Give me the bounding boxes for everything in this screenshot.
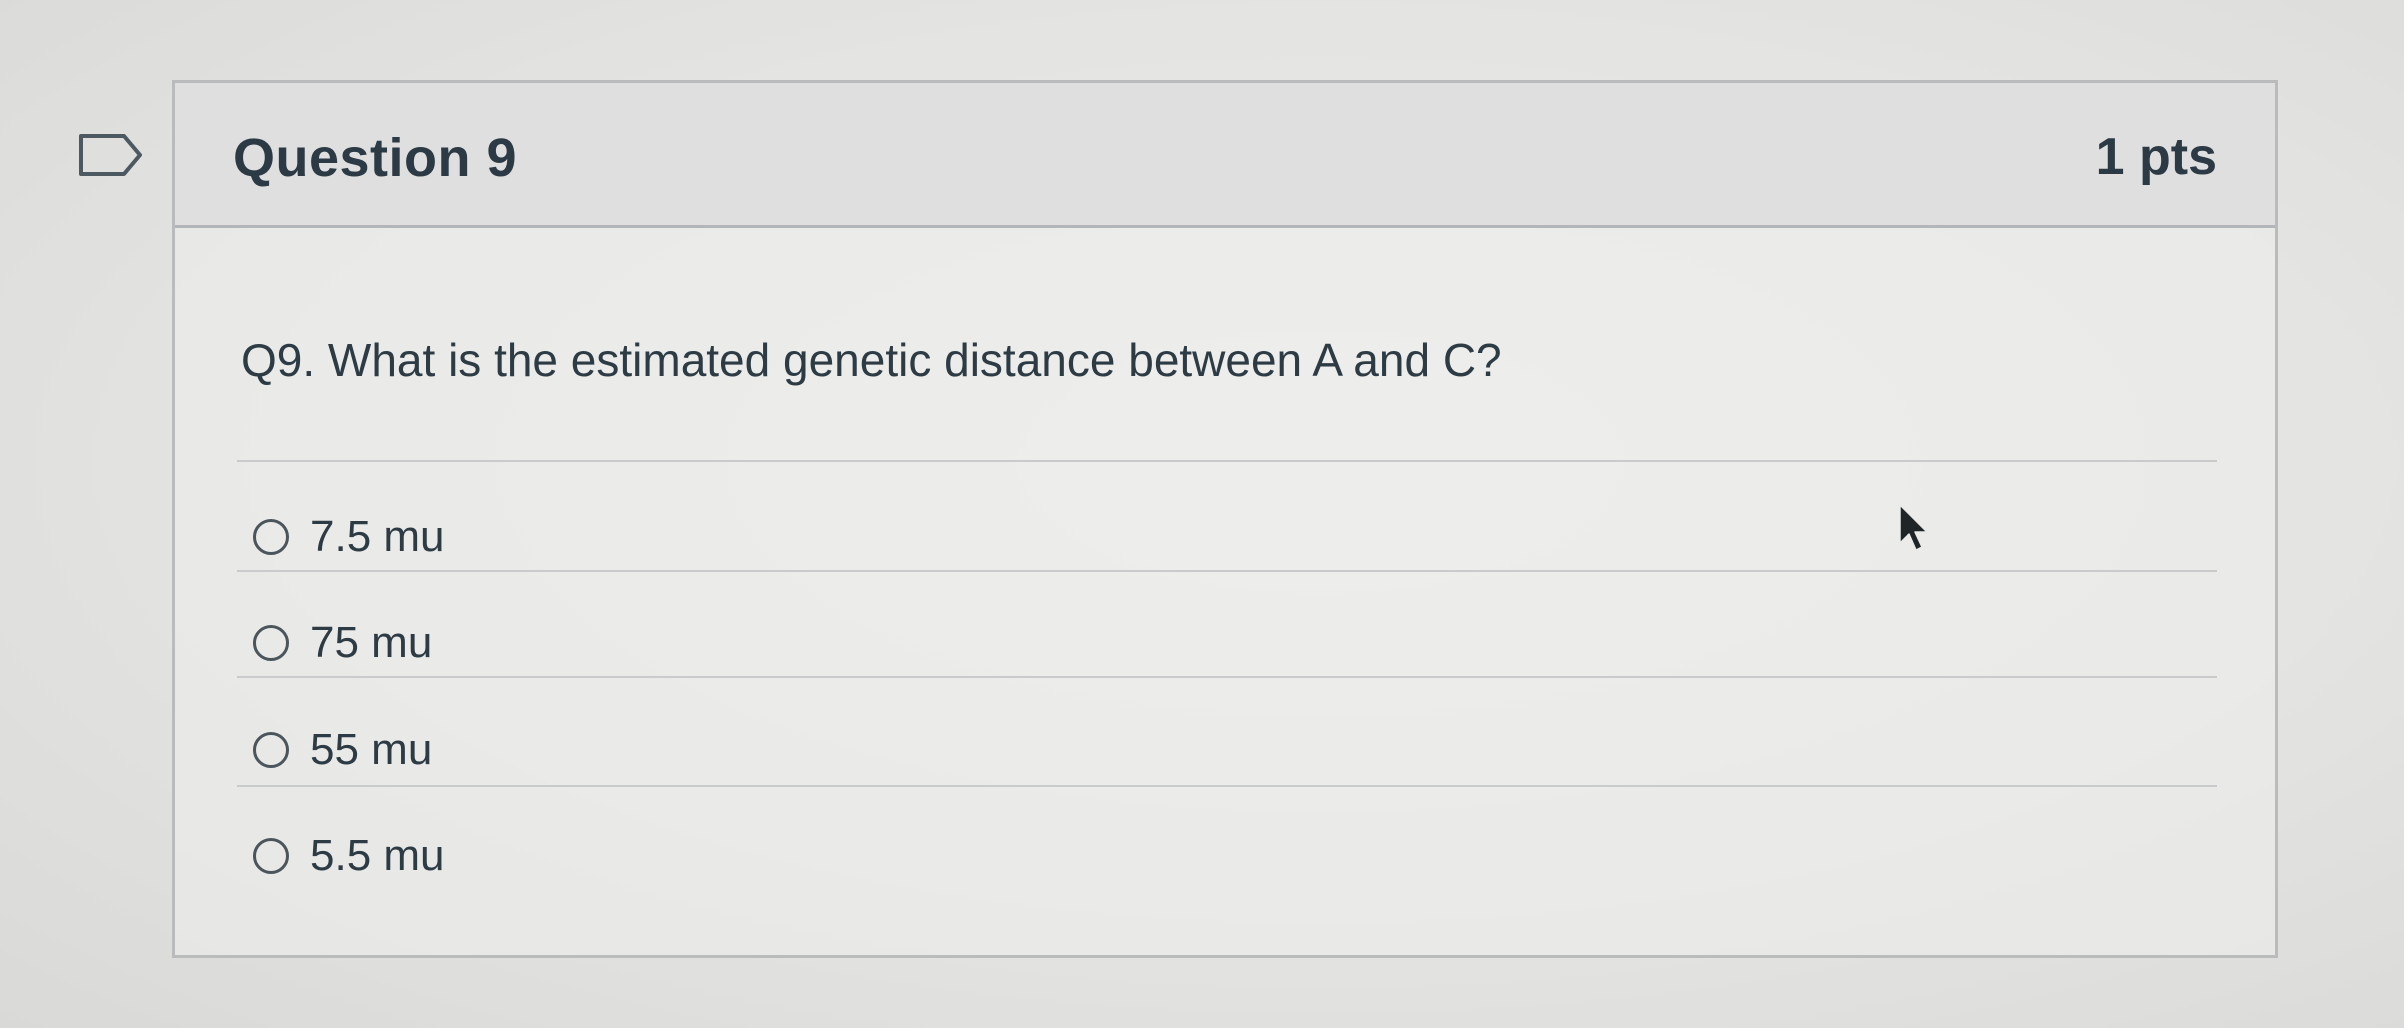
- answer-option-1[interactable]: 7.5 mu: [253, 507, 445, 567]
- answer-option-2[interactable]: 75 mu: [253, 613, 432, 673]
- radio-button[interactable]: [253, 519, 289, 555]
- answer-label: 55 mu: [310, 725, 433, 774]
- answer-option-4[interactable]: 5.5 mu: [253, 826, 445, 886]
- answer-label: 5.5 mu: [310, 831, 445, 880]
- question-points: 1 pts: [2095, 128, 2217, 186]
- question-text: Q9. What is the estimated genetic distan…: [241, 334, 1502, 386]
- answer-label: 75 mu: [310, 618, 433, 667]
- divider: [237, 570, 2217, 572]
- radio-button[interactable]: [253, 732, 289, 768]
- answer-label: 7.5 mu: [310, 512, 445, 561]
- radio-button[interactable]: [253, 838, 289, 874]
- radio-button[interactable]: [253, 625, 289, 661]
- question-title: Question 9: [233, 128, 518, 188]
- question-header: Question 9 1 pts: [175, 83, 2275, 228]
- divider: [237, 676, 2217, 678]
- mouse-pointer-icon: [1899, 504, 1928, 551]
- divider: [237, 460, 2217, 462]
- divider: [237, 785, 2217, 787]
- question-card: Question 9 1 pts Q9. What is the estimat…: [172, 80, 2278, 958]
- answer-option-3[interactable]: 55 mu: [253, 720, 432, 780]
- flag-question-icon[interactable]: [78, 133, 144, 177]
